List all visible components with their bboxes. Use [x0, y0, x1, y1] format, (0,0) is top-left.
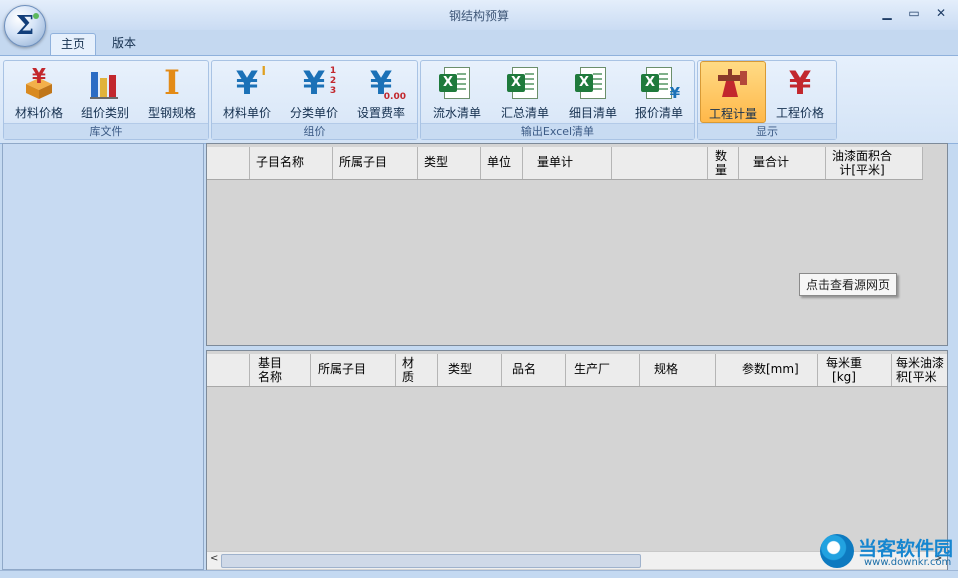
ribbon-group-display: 工程计量 ¥ 工程价格 显示	[697, 60, 837, 140]
lower-grid-header: 基目 名称 所属子目 材 质 类型 品名 生产厂 规格 参数[mm] 每米重 […	[207, 354, 947, 387]
i-beam-icon: I	[164, 63, 180, 103]
flow-list-button[interactable]: 流水清单	[425, 61, 489, 123]
engineering-price-label: 工程价格	[775, 106, 824, 120]
tooltip: 点击查看源网页	[799, 273, 898, 296]
flow-list-label: 流水清单	[432, 106, 481, 120]
pipe-valve-icon	[716, 67, 750, 101]
detail-list-label: 细目清单	[568, 106, 617, 120]
material-price-button[interactable]: ¥ 材料价格	[8, 61, 70, 123]
lower-col-parent[interactable]: 所属子目	[311, 354, 396, 386]
excel-detail-icon	[575, 66, 610, 100]
quote-list-button[interactable]: ¥ 报价清单	[627, 61, 691, 123]
yen-icon: ¥ I	[235, 64, 266, 102]
svg-text:¥: ¥	[32, 66, 46, 88]
yen-123-icon: ¥ 1 2 3	[302, 64, 337, 102]
engineering-measure-button[interactable]: 工程计量	[700, 61, 766, 123]
upper-col-unit[interactable]: 单位	[481, 147, 523, 179]
yen-box-icon: ¥	[22, 66, 56, 100]
material-unit-price-label: 材料单价	[222, 106, 271, 120]
steel-spec-label: 型钢规格	[147, 106, 196, 120]
ribbon-group-excel: 流水清单 汇总清单 细目清单 ¥ 报价清单 输出Excel清单	[420, 60, 695, 140]
upper-col-paint-area[interactable]: 油漆面积合 计[平米]	[826, 147, 923, 179]
upper-col-parent[interactable]: 所属子目	[333, 147, 418, 179]
close-button[interactable]: ✕	[933, 6, 949, 20]
price-category-button[interactable]: 组价类别	[74, 61, 136, 123]
upper-col-unit-qty[interactable]: 量单计	[523, 147, 612, 179]
sigma-icon: Σ	[15, 11, 35, 41]
window-title: 钢结构预算	[448, 9, 509, 23]
scroll-left-arrow[interactable]: <	[210, 553, 218, 564]
price-category-label: 组价类别	[80, 106, 129, 120]
tab-home[interactable]: 主页	[50, 33, 97, 56]
navigation-panel[interactable]	[2, 143, 204, 570]
upper-col-quantity[interactable]: 数 量	[708, 147, 739, 179]
upper-grid-header: 子目名称 所属子目 类型 单位 量单计 数 量 量合计 油漆面积合 计[平米]	[207, 147, 923, 180]
ribbon-group-library: ¥ 材料价格 组价类别 I 型钢规格 库文件	[3, 60, 209, 140]
scrollbar-thumb[interactable]	[221, 554, 641, 568]
lower-col-material[interactable]: 材 质	[396, 354, 438, 386]
lower-col-blank	[207, 354, 250, 386]
site-watermark: 当客软件园 www.downkr.com	[820, 532, 956, 572]
set-rate-label: 设置费率	[356, 106, 405, 120]
watermark-url: www.downkr.com	[864, 557, 952, 568]
lower-col-type[interactable]: 类型	[438, 354, 502, 386]
ribbon-tab-row: 主页 版本	[0, 30, 958, 56]
minimize-button[interactable]: ▁	[879, 6, 895, 20]
excel-yen-icon: ¥	[641, 66, 680, 102]
engineering-price-button[interactable]: ¥ 工程价格	[768, 61, 832, 123]
upper-col-name[interactable]: 子目名称	[250, 147, 333, 179]
ribbon: ¥ 材料价格 组价类别 I 型钢规格 库文件 ¥ I 材料单价 ¥ 1 2 3 …	[0, 55, 958, 144]
material-price-label: 材料价格	[14, 106, 63, 120]
summary-list-button[interactable]: 汇总清单	[493, 61, 557, 123]
group-label-excel: 输出Excel清单	[421, 123, 694, 139]
quote-list-label: 报价清单	[634, 106, 683, 120]
title-bar: 钢结构预算 ▁ ▭ ✕	[0, 0, 958, 30]
material-unit-price-button[interactable]: ¥ I 材料单价	[216, 61, 278, 123]
excel-list-icon	[507, 66, 542, 100]
lower-col-base-name[interactable]: 基目 名称	[250, 354, 311, 386]
lower-col-params[interactable]: 参数[mm]	[716, 354, 818, 386]
green-dot-icon	[33, 13, 39, 19]
tab-version[interactable]: 版本	[102, 33, 146, 55]
excel-icon	[439, 66, 474, 100]
yen-red-icon: ¥	[788, 64, 812, 102]
yen-rate-icon: ¥ 0.00	[369, 64, 406, 102]
category-unit-price-label: 分类单价	[289, 106, 338, 120]
summary-list-label: 汇总清单	[500, 106, 549, 120]
ribbon-group-pricing: ¥ I 材料单价 ¥ 1 2 3 分类单价 ¥ 0.00 设置费率 组价	[211, 60, 418, 140]
upper-grid[interactable]: 子目名称 所属子目 类型 单位 量单计 数 量 量合计 油漆面积合 计[平米]	[206, 143, 948, 346]
watermark-logo-icon	[820, 534, 854, 568]
upper-col-type[interactable]: 类型	[418, 147, 481, 179]
group-label-display: 显示	[698, 123, 836, 139]
steel-spec-button[interactable]: I 型钢规格	[141, 61, 203, 123]
upper-col-empty[interactable]	[612, 147, 708, 179]
lower-col-manufacturer[interactable]: 生产厂	[566, 354, 640, 386]
lower-col-weight[interactable]: 每米重 [kg]	[818, 354, 892, 386]
set-rate-button[interactable]: ¥ 0.00 设置费率	[350, 61, 412, 123]
upper-col-blank	[207, 147, 250, 179]
category-unit-price-button[interactable]: ¥ 1 2 3 分类单价	[282, 61, 346, 123]
lower-col-paint-area[interactable]: 每米油漆 积[平米	[892, 354, 947, 386]
bar-chart-icon	[88, 66, 122, 100]
group-label-library: 库文件	[4, 123, 208, 139]
upper-col-total-qty[interactable]: 量合计	[739, 147, 826, 179]
group-label-pricing: 组价	[212, 123, 417, 139]
engineering-measure-label: 工程计量	[708, 107, 757, 121]
app-menu-button[interactable]: Σ	[4, 5, 46, 47]
lower-col-product[interactable]: 品名	[502, 354, 566, 386]
lower-col-spec[interactable]: 规格	[640, 354, 716, 386]
detail-list-button[interactable]: 细目清单	[561, 61, 625, 123]
maximize-button[interactable]: ▭	[906, 6, 922, 20]
